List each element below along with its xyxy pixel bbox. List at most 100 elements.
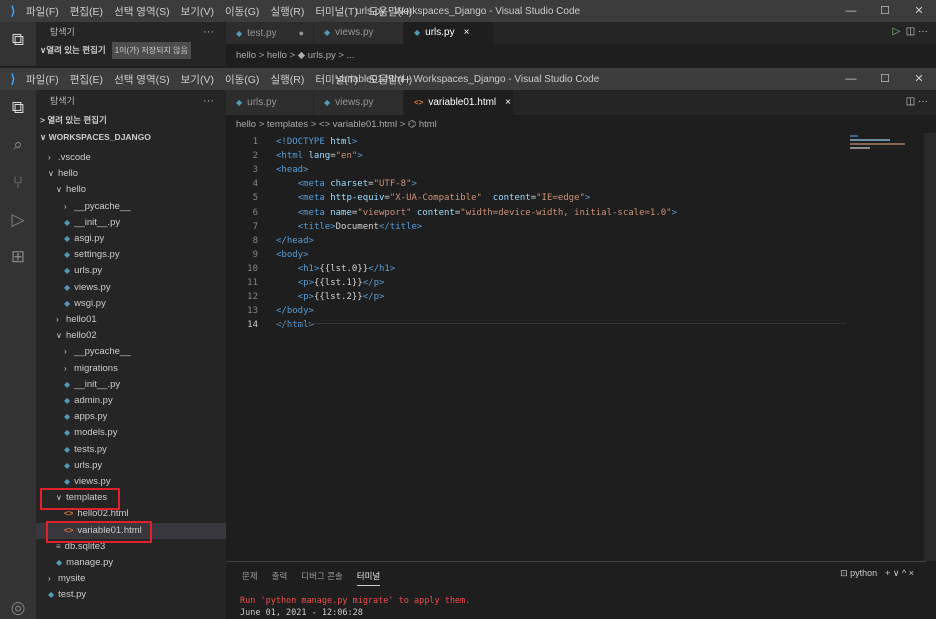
back-menu-item[interactable]: 이동(G) — [225, 6, 259, 18]
editor-tab[interactable]: ◆ views.py — [314, 22, 404, 44]
variable01-highlight-box — [46, 521, 152, 543]
back-menu-item[interactable]: 편집(E) — [70, 6, 103, 18]
minimize-icon[interactable]: — — [834, 0, 868, 22]
tree-item[interactable]: ◆ views.py — [36, 280, 226, 296]
explorer-icon[interactable]: ⧉ — [0, 98, 36, 118]
tree-item[interactable]: ◆ urls.py — [36, 458, 226, 474]
tree-item[interactable]: › .vscode — [36, 150, 226, 166]
panel-tab[interactable]: 터미널 — [356, 570, 381, 586]
tree-item[interactable]: ◆ models.py — [36, 425, 226, 441]
open-editors-section[interactable]: > 열려 있는 편집기 — [36, 112, 226, 129]
back-menu-item[interactable]: 보기(V) — [181, 6, 214, 18]
tree-item[interactable]: › __pycache__ — [36, 199, 226, 215]
tree-item[interactable]: ◆ urls.py — [36, 263, 226, 279]
tree-item[interactable]: ◆ manage.py — [36, 555, 226, 571]
chevron-down-icon: ∨ — [48, 169, 54, 179]
tree-item[interactable]: ◆ tests.py — [36, 442, 226, 458]
back-open-editors[interactable]: ∨ 열려 있는 편집기 1이(가) 저장되지 않음 — [36, 42, 226, 59]
tree-item[interactable]: ◆ settings.py — [36, 247, 226, 263]
tree-item[interactable]: ◆ __init__.py — [36, 377, 226, 393]
maximize-icon[interactable]: ☐ — [868, 68, 902, 90]
source-control-icon[interactable]: ⑂ — [0, 173, 36, 193]
code-line[interactable]: </body> — [276, 304, 314, 318]
code-line[interactable]: <meta http-equiv="X-UA-Compatible" conte… — [276, 191, 591, 205]
minimap[interactable] — [850, 133, 910, 153]
back-menu-item[interactable]: 파일(F) — [26, 6, 59, 18]
editor-tab[interactable]: ◆ test.py ● — [226, 22, 314, 44]
account-icon[interactable]: ◎ — [0, 598, 36, 618]
front-menu-item[interactable]: 선택 영역(S) — [114, 74, 170, 86]
split-editor-icon[interactable]: ◫ — [906, 96, 915, 107]
front-breadcrumb[interactable]: hello > templates > <> variable01.html >… — [236, 117, 437, 133]
back-menu-item[interactable]: 실행(R) — [270, 6, 304, 18]
editor-tab[interactable]: ◆ views.py — [314, 90, 404, 115]
tree-item-label: migrations — [74, 362, 118, 374]
more-icon[interactable]: ··· — [203, 22, 214, 42]
front-menu-item[interactable]: 편집(E) — [70, 74, 103, 86]
close-icon[interactable]: ✕ — [902, 0, 936, 22]
more-actions-icon[interactable]: ··· — [918, 26, 928, 37]
editor-tab[interactable]: <> variable01.html × — [404, 90, 514, 115]
front-menu-item[interactable]: 실행(R) — [270, 74, 304, 86]
split-editor-icon[interactable]: ◫ — [906, 26, 915, 37]
code-line[interactable]: <!DOCTYPE html> — [276, 135, 357, 149]
back-menu-item[interactable]: 터미널(T) — [315, 6, 357, 18]
tree-item[interactable]: ◆ asgi.py — [36, 231, 226, 247]
code-line[interactable]: <p>{{lst.1}}</p> — [276, 276, 385, 290]
front-menu-item[interactable]: 보기(V) — [181, 74, 214, 86]
front-menu-item[interactable]: 도움말(H) — [369, 74, 413, 86]
maximize-icon[interactable]: ☐ — [868, 0, 902, 22]
code-line[interactable]: <meta charset="UTF-8"> — [276, 177, 417, 191]
code-line[interactable]: <html lang="en"> — [276, 149, 363, 163]
tree-item[interactable]: ◆ admin.py — [36, 393, 226, 409]
editor-tab[interactable]: ◆ urls.py × — [404, 22, 494, 44]
tree-item[interactable]: ◆ test.py — [36, 587, 226, 603]
tree-item[interactable]: ∨ hello — [36, 182, 226, 198]
back-menu-item[interactable]: 선택 영역(S) — [114, 6, 170, 18]
front-menu-item[interactable]: 터미널(T) — [315, 74, 357, 86]
run-debug-icon[interactable]: ▷ — [0, 210, 36, 230]
close-tab-icon[interactable]: × — [464, 27, 470, 38]
tab-label: test.py — [247, 28, 277, 39]
terminal-shell[interactable]: ⊡ python — [840, 568, 877, 579]
tree-item[interactable]: › __pycache__ — [36, 344, 226, 360]
code-line[interactable]: <body> — [276, 248, 309, 262]
code-line[interactable]: <title>Document</title> — [276, 220, 423, 234]
workspace-section[interactable]: ∨ WORKSPACES_DJANGO — [36, 129, 226, 146]
search-icon[interactable]: ⌕ — [0, 135, 36, 155]
code-line[interactable]: </head> — [276, 234, 314, 248]
tree-item[interactable]: ◆ apps.py — [36, 409, 226, 425]
templates-highlight-box — [40, 488, 120, 510]
back-menu-item[interactable]: 도움말(H) — [369, 6, 413, 18]
editor-scrollbar[interactable] — [924, 133, 936, 561]
editor-tab[interactable]: ◆ urls.py — [226, 90, 314, 115]
tree-item[interactable]: › mysite — [36, 571, 226, 587]
run-icon[interactable]: ▷ — [893, 26, 901, 37]
front-menu-item[interactable]: 파일(F) — [26, 74, 59, 86]
explorer-icon[interactable]: ⧉ — [0, 30, 36, 50]
code-line[interactable]: <h1>{{lst.0}}</h1> — [276, 262, 396, 276]
minimize-icon[interactable]: — — [834, 68, 868, 90]
tree-item[interactable]: › migrations — [36, 361, 226, 377]
tree-item[interactable]: ◆ __init__.py — [36, 215, 226, 231]
tree-item[interactable]: ∨ hello02 — [36, 328, 226, 344]
unsaved-dot-icon[interactable]: ● — [299, 28, 304, 38]
more-icon[interactable]: ··· — [203, 90, 214, 112]
tree-item[interactable]: › hello01 — [36, 312, 226, 328]
tree-item[interactable]: ◆ wsgi.py — [36, 296, 226, 312]
code-line[interactable]: <p>{{lst.2}}</p> — [276, 290, 385, 304]
code-line[interactable]: <head> — [276, 163, 309, 177]
code-editor[interactable]: 1 <!DOCTYPE html> 2 <html lang="en"> 3 <head>… — [226, 133, 926, 561]
panel-tab[interactable]: 디버그 콘솔 — [301, 570, 342, 586]
more-actions-icon[interactable]: ··· — [918, 96, 928, 107]
close-icon[interactable]: ✕ — [902, 68, 936, 90]
code-line[interactable]: </html> — [276, 318, 314, 332]
panel-tab[interactable]: 문제 — [242, 570, 258, 586]
front-menu-item[interactable]: 이동(G) — [225, 74, 259, 86]
panel-actions[interactable]: + ∨ ^ × — [885, 568, 914, 579]
panel-tab[interactable]: 출력 — [272, 570, 288, 586]
tree-item[interactable]: ∨ hello — [36, 166, 226, 182]
extensions-icon[interactable]: ⊞ — [0, 247, 36, 267]
code-line[interactable]: <meta name="viewport" content="width=dev… — [276, 206, 677, 220]
close-tab-icon[interactable]: × — [505, 97, 511, 108]
